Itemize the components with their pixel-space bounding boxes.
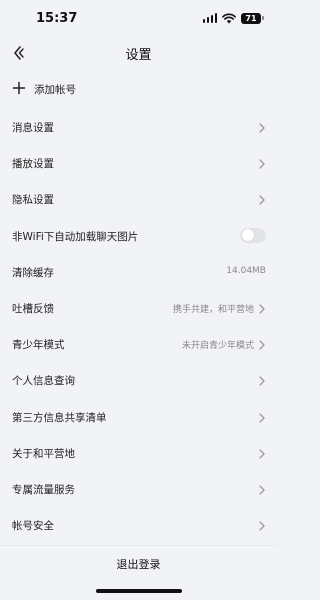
nav-bar: 设置 [0,36,277,70]
settings-row-label: 帐号安全 [12,520,54,533]
add-account-label: 添加帐号 [34,84,76,96]
settings-row-third-party-sharing[interactable]: 第三方信息共享清单 [0,400,277,436]
settings-row-label: 青少年模式 [12,339,65,352]
page-title: 设置 [125,48,152,63]
divider [0,545,277,546]
settings-row-playback[interactable]: 播放设置 [0,146,277,182]
settings-list: 消息设置 播放设置 隐私设置 非WiFi下自动加载聊天图片 清除缓存 14.04… [0,110,277,544]
chevron-right-icon [259,521,265,531]
cache-size-value: 14.04MB [226,265,266,276]
status-icons: 71 [202,12,264,24]
settings-row-label: 播放设置 [12,158,54,171]
settings-row-personal-info[interactable]: 个人信息查询 [0,363,277,399]
chevron-right-icon [259,376,265,386]
home-indicator[interactable] [96,589,182,593]
settings-row-label: 关于和平营地 [12,447,75,460]
settings-row-data-service[interactable]: 专属流量服务 [0,472,277,508]
settings-row-privacy[interactable]: 隐私设置 [0,182,277,218]
settings-row-label: 吐槽反馈 [12,302,54,315]
settings-row-label: 隐私设置 [12,194,54,207]
auto-load-images-toggle[interactable] [240,227,266,243]
cellular-signal-icon [202,13,217,23]
settings-row-account-security[interactable]: 帐号安全 [0,508,277,544]
add-account-button[interactable]: 添加帐号 [0,75,277,103]
toggle-knob [241,229,254,242]
settings-row-about[interactable]: 关于和平营地 [0,436,277,472]
plus-icon [12,81,26,95]
teen-mode-value: 未开启青少年模式 [181,341,254,352]
chevron-right-icon [259,159,265,169]
settings-row-label: 非WiFi下自动加载聊天图片 [12,230,139,243]
chevron-right-icon [259,304,265,314]
battery-level: 71 [245,13,257,23]
settings-row-auto-load-images: 非WiFi下自动加载聊天图片 [0,219,277,255]
wifi-icon [222,13,236,23]
settings-row-clear-cache[interactable]: 清除缓存 14.04MB [0,255,277,291]
settings-row-label: 清除缓存 [12,266,54,279]
settings-row-teen-mode[interactable]: 青少年模式 未开启青少年模式 [0,327,277,363]
feedback-value: 携手共建，和平营地 [172,304,254,315]
chevron-right-icon [259,412,265,423]
chevron-right-icon [259,449,265,459]
chevron-right-icon [259,195,265,206]
settings-row-label: 个人信息查询 [12,375,75,388]
battery-icon: 71 [241,12,264,24]
settings-row-label: 第三方信息共享清单 [12,411,107,424]
status-bar: 15:37 71 [0,0,277,36]
settings-row-label: 专属流量服务 [12,483,75,496]
chevron-right-icon [259,123,265,133]
settings-row-label: 消息设置 [12,122,54,134]
chevron-right-icon [259,340,265,350]
logout-button[interactable]: 退出登录 [0,548,277,582]
status-time: 15:37 [36,11,78,26]
settings-row-feedback[interactable]: 吐槽反馈 携手共建，和平营地 [0,291,277,327]
settings-row-message[interactable]: 消息设置 [0,110,277,146]
chevron-right-icon [259,485,265,495]
